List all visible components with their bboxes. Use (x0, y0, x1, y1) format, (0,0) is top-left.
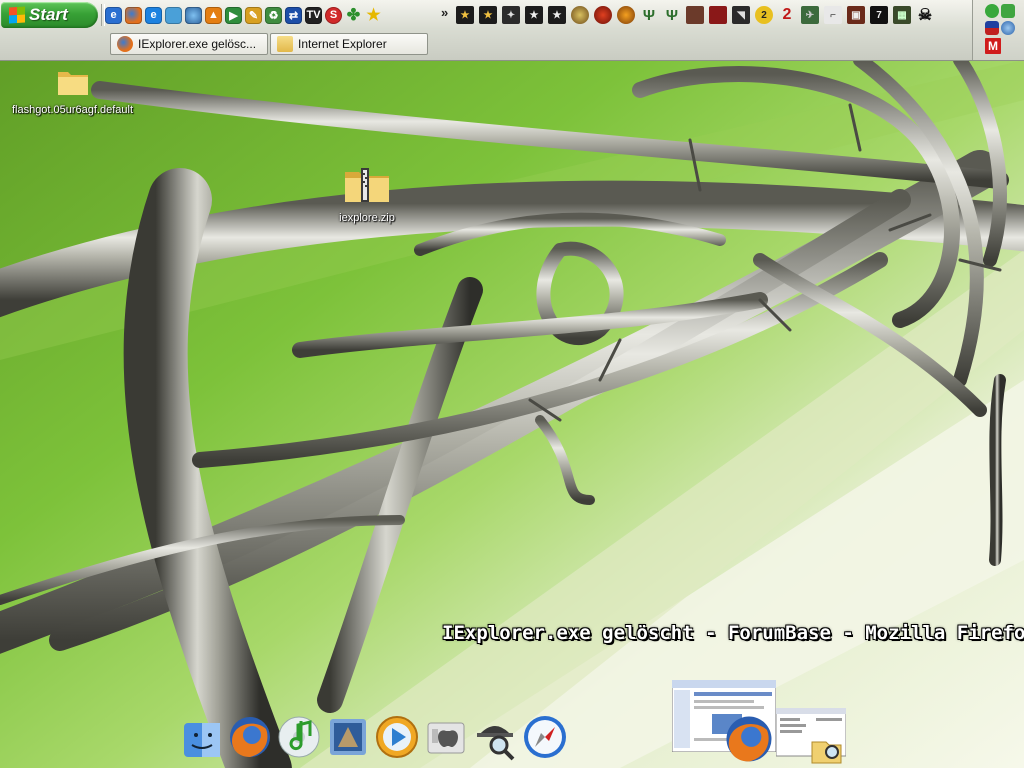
toolbar-overflow-chevron[interactable]: » (441, 5, 448, 20)
taskbar: Start e e ▲ ▶ ✎ ♻ ⇄ TV S ✤ ★ » ★ ★ ✦ ★ ★… (0, 0, 1024, 61)
firefox-icon (117, 36, 133, 52)
check-icon[interactable] (985, 4, 999, 18)
mcafee-icon[interactable]: M (985, 38, 1001, 54)
game-icon-5[interactable]: ★ (548, 6, 566, 24)
ie-icon[interactable]: e (145, 6, 162, 24)
firefox-icon[interactable] (226, 713, 274, 761)
start-label: Start (29, 5, 68, 24)
desktop-wallpaper (0, 0, 1024, 768)
game-icon-3[interactable]: ✦ (502, 6, 520, 24)
game-icon-19[interactable]: 7 (870, 6, 888, 24)
globe-icon[interactable] (185, 6, 202, 24)
explorer-thumbnail[interactable] (776, 708, 846, 764)
tv-icon[interactable]: TV (305, 6, 322, 24)
game-icon-7[interactable] (594, 6, 612, 24)
game-icon-18[interactable]: ▣ (847, 6, 865, 24)
firefox-icon[interactable] (125, 6, 142, 24)
quick-launch-toolbar: e e ▲ ▶ ✎ ♻ ⇄ TV S ✤ ★ (105, 2, 435, 28)
skype-icon[interactable]: S (325, 6, 342, 24)
firefox-icon[interactable] (722, 712, 776, 766)
finder-icon[interactable] (178, 713, 226, 761)
game-icon-13[interactable]: ◥ (732, 6, 750, 24)
cone-icon[interactable]: ▲ (205, 6, 222, 24)
game-icon-2[interactable]: ★ (479, 6, 497, 24)
star-icon[interactable]: ★ (365, 7, 382, 24)
clover-tray-icon[interactable] (1001, 4, 1015, 18)
game-icon-9[interactable]: Ψ (640, 6, 658, 24)
game-icon-15[interactable]: 2 (778, 6, 796, 24)
arrows-icon[interactable]: ⇄ (285, 6, 302, 24)
clover-icon[interactable]: ✤ (345, 7, 362, 24)
safari-icon[interactable] (521, 713, 569, 761)
system-tray-panel: M (972, 0, 1024, 60)
desktop-icon-label: flashgot.05ur6agf.default (11, 104, 134, 116)
game-icon-6[interactable] (571, 6, 589, 24)
media-icon[interactable]: ▶ (225, 6, 242, 24)
game-icon-12[interactable] (709, 6, 727, 24)
glass-icon[interactable] (165, 6, 182, 24)
game-icon-8[interactable] (617, 6, 635, 24)
window-title-text: IExplorer.exe gelöscht - ForumBase - Moz… (442, 622, 1024, 644)
game-icon-11[interactable] (686, 6, 704, 24)
game-icon-4[interactable]: ★ (525, 6, 543, 24)
folder-icon (277, 36, 293, 52)
task-button-label: Internet Explorer (298, 37, 387, 51)
desktop-icon-iexplore-zip[interactable]: iexplore.zip (332, 166, 402, 224)
apple-icon[interactable] (422, 713, 470, 761)
game-icon-1[interactable]: ★ (456, 6, 474, 24)
folder-icon (56, 66, 90, 95)
ie-e-icon[interactable]: e (105, 6, 122, 24)
task-button-firefox[interactable]: IExplorer.exe gelösc... (110, 33, 268, 55)
start-button[interactable]: Start (1, 2, 98, 28)
pen-icon[interactable]: ✎ (245, 6, 262, 24)
dock-minimized-windows (670, 680, 860, 768)
quicktime-icon[interactable] (373, 713, 421, 761)
toolbar-icons: ★ ★ ✦ ★ ★ Ψ Ψ ◥ 2 2 ✈ ⌐ ▣ 7 ▦ ☠ (456, 2, 966, 28)
mail-icon[interactable] (324, 713, 372, 761)
zip-folder-icon (343, 166, 391, 204)
game-icon-17[interactable]: ⌐ (824, 6, 842, 24)
task-button-internet-explorer[interactable]: Internet Explorer (270, 33, 428, 55)
desktop-icon-flashgot-folder[interactable]: flashgot.05ur6agf.default (5, 66, 140, 116)
globe-tray-icon[interactable] (1001, 21, 1015, 35)
sherlock-icon[interactable] (471, 713, 519, 761)
windows-logo-icon (9, 6, 25, 24)
game-icon-16[interactable]: ✈ (801, 6, 819, 24)
game-icon-10[interactable]: Ψ (663, 6, 681, 24)
recycle-icon[interactable]: ♻ (265, 6, 282, 24)
itunes-icon[interactable] (275, 713, 323, 761)
desktop-icon-label: iexplore.zip (339, 212, 395, 224)
dock (176, 705, 586, 768)
task-button-label: IExplorer.exe gelösc... (138, 37, 257, 51)
flag-tray-icon[interactable] (985, 21, 999, 35)
game-icon-21[interactable]: ☠ (916, 6, 934, 24)
game-icon-14[interactable]: 2 (755, 6, 773, 24)
game-icon-20[interactable]: ▦ (893, 6, 911, 24)
